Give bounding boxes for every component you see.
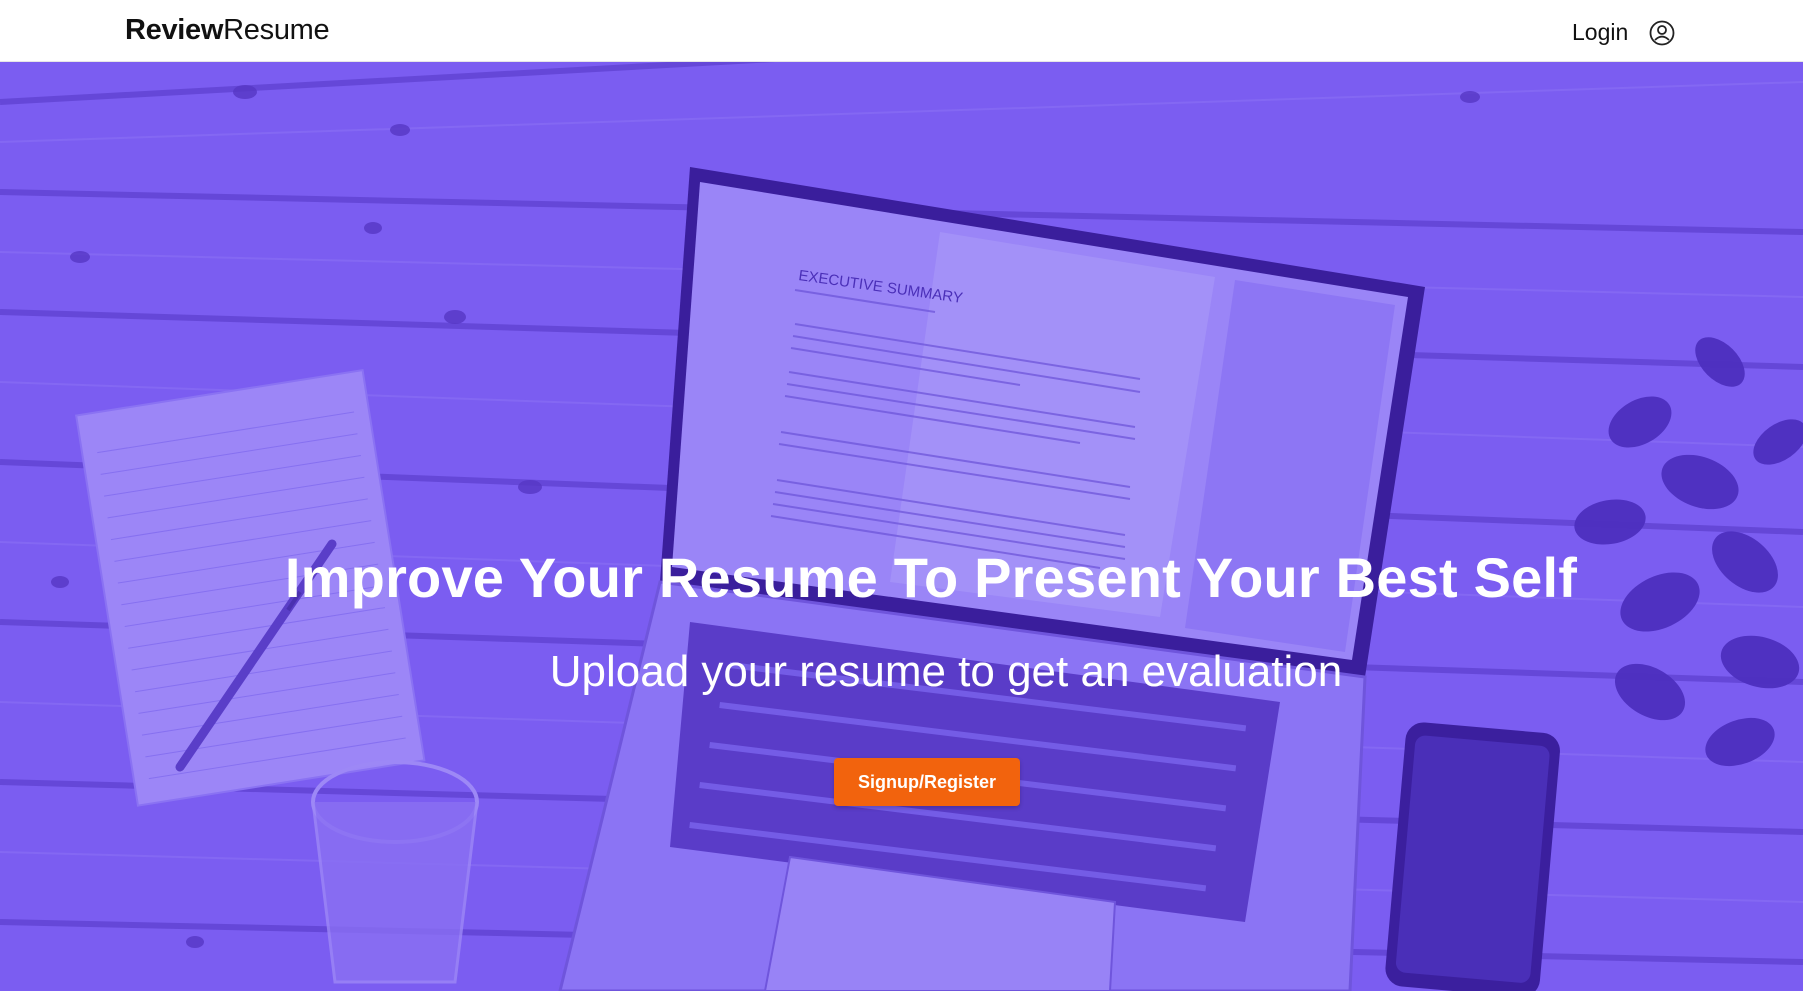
brand-logo[interactable]: ReviewResume: [125, 14, 330, 47]
signup-register-button[interactable]: Signup/Register: [834, 758, 1020, 806]
hero-section: EXECUTIVE SUMMARY Improve Your Resume To…: [0, 62, 1803, 991]
login-link[interactable]: Login: [1572, 19, 1628, 46]
hero-background-image: EXECUTIVE SUMMARY: [0, 62, 1803, 991]
user-circle-icon[interactable]: [1649, 20, 1675, 46]
brand-name-light: Resume: [223, 14, 330, 46]
hero-subtitle: Upload your resume to get an evaluation: [549, 647, 1343, 696]
top-navbar: ReviewResume Login: [0, 0, 1803, 62]
brand-name-bold: Review: [125, 14, 224, 46]
hero-title: Improve Your Resume To Present Your Best…: [284, 546, 1578, 609]
